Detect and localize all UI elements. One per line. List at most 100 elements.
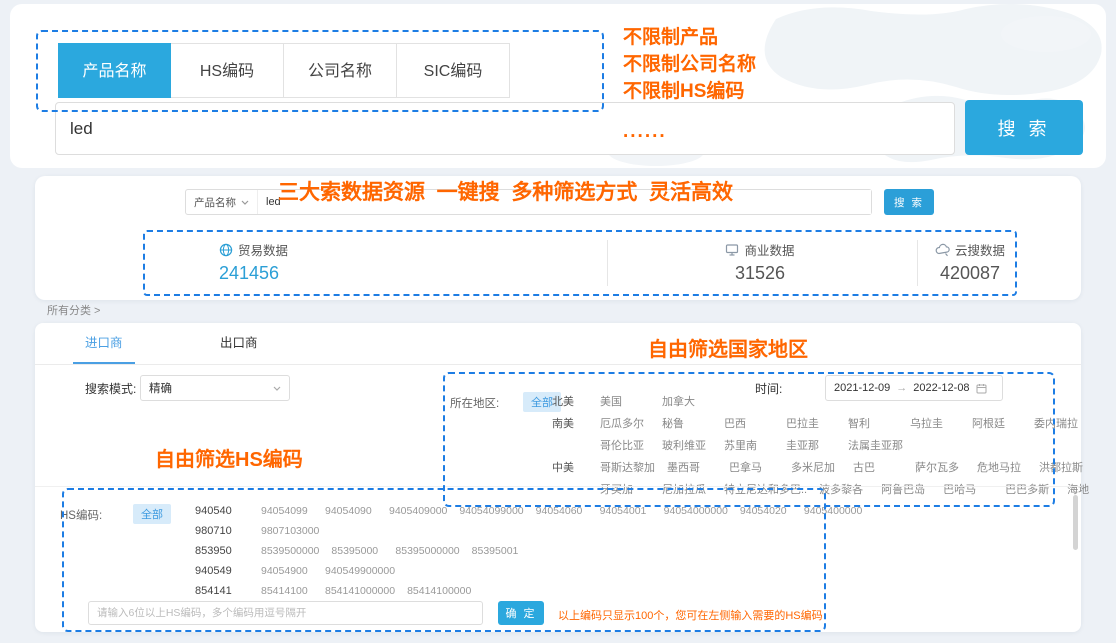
region-option[interactable]: 巴西 xyxy=(724,413,774,435)
region-option[interactable]: 阿鲁巴岛 xyxy=(881,479,931,501)
region-option[interactable]: 委内瑞拉 xyxy=(1034,413,1084,435)
hs-parent-code[interactable]: 940549 xyxy=(195,561,247,581)
region-option[interactable]: 危地马拉 xyxy=(977,457,1027,479)
region-option[interactable]: 波多黎各 xyxy=(819,479,869,501)
region-group-label xyxy=(552,435,592,457)
hs-child-code[interactable]: 94054900 xyxy=(261,561,313,581)
region-option[interactable]: 哥斯达黎加 xyxy=(600,457,655,479)
stat-business-data[interactable]: 商业数据 31526 xyxy=(625,240,895,284)
region-option[interactable]: 巴哈马 xyxy=(943,479,993,501)
hs-child-code[interactable]: 85395000 xyxy=(331,541,383,561)
hs-child-code[interactable]: 9405400000 xyxy=(804,501,862,521)
hs-child-code[interactable]: 94054090 xyxy=(325,501,377,521)
region-option[interactable]: 洪都拉斯 xyxy=(1039,457,1089,479)
hs-child-code[interactable]: 94054060 xyxy=(536,501,588,521)
region-option[interactable]: 巴拉圭 xyxy=(786,413,836,435)
region-option[interactable]: 美国 xyxy=(600,391,650,413)
search-mode-select[interactable]: 精确 xyxy=(140,375,290,401)
region-option[interactable]: 特立尼达和多巴.. xyxy=(724,479,807,501)
mini-search-combo: 产品名称 xyxy=(185,189,872,215)
hs-child-code[interactable]: 9405409000 xyxy=(389,501,447,521)
region-option[interactable]: 墨西哥 xyxy=(667,457,717,479)
region-group-label: 中美 xyxy=(552,457,592,479)
region-option[interactable]: 古巴 xyxy=(853,457,903,479)
hs-child-code[interactable]: 940549900000 xyxy=(325,561,395,581)
region-option[interactable]: 萨尔瓦多 xyxy=(915,457,965,479)
hero-search-section: 产品名称 HS编码 公司名称 SIC编码 不限制产品 不限制公司名称 不限制HS… xyxy=(10,4,1106,168)
hs-code-input[interactable] xyxy=(88,601,483,625)
tab-product-name[interactable]: 产品名称 xyxy=(58,43,171,98)
hs-child-code[interactable]: 94054001 xyxy=(600,501,652,521)
stat-value: 31526 xyxy=(625,263,895,284)
hs-child-code[interactable]: 9807103000 xyxy=(261,521,319,541)
hs-child-code[interactable]: 85414100 xyxy=(261,581,313,601)
hs-child-code[interactable]: 85395001 xyxy=(472,541,524,561)
mini-search-input[interactable] xyxy=(258,190,871,214)
tab-hs-code[interactable]: HS编码 xyxy=(171,43,284,98)
stat-label: 贸易数据 xyxy=(238,240,288,259)
region-option[interactable]: 厄瓜多尔 xyxy=(600,413,650,435)
tab-importers[interactable]: 进口商 xyxy=(73,323,135,364)
hs-parent-code[interactable]: 940540 xyxy=(195,501,247,521)
hs-child-code[interactable]: 94054000000 xyxy=(664,501,728,521)
region-group-label xyxy=(552,479,592,501)
region-option[interactable]: 牙买加 xyxy=(600,479,650,501)
hs-confirm-button[interactable]: 确 定 xyxy=(498,601,544,625)
hs-child-code[interactable]: 854141000000 xyxy=(325,581,395,601)
hs-child-code[interactable]: 8539500000 xyxy=(261,541,319,561)
region-option[interactable]: 巴拿马 xyxy=(729,457,779,479)
region-option[interactable]: 秘鲁 xyxy=(662,413,712,435)
hs-child-code[interactable]: 85395000000 xyxy=(395,541,459,561)
hs-hint-text: 以上编码只显示100个，您可在左侧输入需要的HS编码 xyxy=(558,607,823,623)
monitor-icon xyxy=(725,243,739,257)
breadcrumb[interactable]: 所有分类 > xyxy=(47,302,100,318)
hs-child-code[interactable]: 94054099 xyxy=(261,501,313,521)
region-option[interactable]: 加拿大 xyxy=(662,391,712,413)
hs-child-code[interactable]: 94054099000 xyxy=(459,501,523,521)
hs-parent-code[interactable]: 853950 xyxy=(195,541,247,561)
region-option[interactable]: 智利 xyxy=(848,413,898,435)
search-type-tabs: 产品名称 HS编码 公司名称 SIC编码 xyxy=(58,43,510,98)
hs-child-code[interactable]: 94054020 xyxy=(740,501,792,521)
tab-company-name[interactable]: 公司名称 xyxy=(284,43,397,98)
region-group-label: 北美 xyxy=(552,391,592,413)
region-option[interactable]: 尼加拉瓜 xyxy=(662,479,712,501)
region-option[interactable]: 阿根廷 xyxy=(972,413,1022,435)
hs-parent-code[interactable]: 854141 xyxy=(195,581,247,601)
region-option[interactable]: 乌拉圭 xyxy=(910,413,960,435)
results-summary-card: 三大索数据资源 一键搜 多种筛选方式 灵活高效 产品名称 搜 索 贸易数据 24… xyxy=(35,176,1081,300)
annotation-line: 不限制公司名称 xyxy=(623,51,756,78)
hs-parent-code[interactable]: 980710 xyxy=(195,521,247,541)
mini-search-bar: 产品名称 搜 索 xyxy=(185,189,934,215)
hs-child-code[interactable]: 85414100000 xyxy=(407,581,471,601)
region-option[interactable]: 巴巴多斯 xyxy=(1005,479,1055,501)
mini-search-type-select[interactable]: 产品名称 xyxy=(186,190,258,214)
chevron-down-icon xyxy=(273,386,281,391)
hs-footer: 确 定 以上编码只显示100个，您可在左侧输入需要的HS编码 xyxy=(35,599,1081,629)
search-mode-label: 搜索模式: xyxy=(85,380,136,397)
mini-search-button[interactable]: 搜 索 xyxy=(884,189,934,215)
annotation-line: 不限制HS编码 xyxy=(623,78,756,105)
hs-all-chip[interactable]: 全部 xyxy=(133,504,171,524)
tab-exporters[interactable]: 出口商 xyxy=(208,323,270,364)
region-label: 所在地区: xyxy=(450,395,499,411)
mini-select-value: 产品名称 xyxy=(194,195,236,210)
region-option[interactable]: 圭亚那 xyxy=(786,435,836,457)
region-group-label: 南美 xyxy=(552,413,592,435)
stat-cloud-search-data[interactable]: 云搜数据 420087 xyxy=(905,240,1035,284)
globe-icon xyxy=(219,243,233,257)
annotation-line: ...... xyxy=(623,118,756,145)
stat-label: 云搜数据 xyxy=(955,240,1005,259)
filter-panel: 进口商 出口商 自由筛选国家地区 自由筛选HS编码 搜索模式: 精确 时间: 2… xyxy=(35,323,1081,632)
region-option[interactable]: 哥伦比亚 xyxy=(600,435,650,457)
region-option[interactable]: 多米尼加 xyxy=(791,457,841,479)
tab-sic-code[interactable]: SIC编码 xyxy=(397,43,510,98)
region-option[interactable]: 玻利维亚 xyxy=(662,435,712,457)
main-search-input[interactable] xyxy=(55,102,955,155)
stat-trade-data[interactable]: 贸易数据 241456 xyxy=(219,240,288,284)
region-option[interactable]: 苏里南 xyxy=(724,435,774,457)
panel-scrollbar[interactable] xyxy=(1073,495,1078,550)
region-option[interactable]: 法属圭亚那 xyxy=(848,435,903,457)
hs-label: HS编码: xyxy=(60,507,102,523)
main-search-button[interactable]: 搜 索 xyxy=(965,100,1083,155)
